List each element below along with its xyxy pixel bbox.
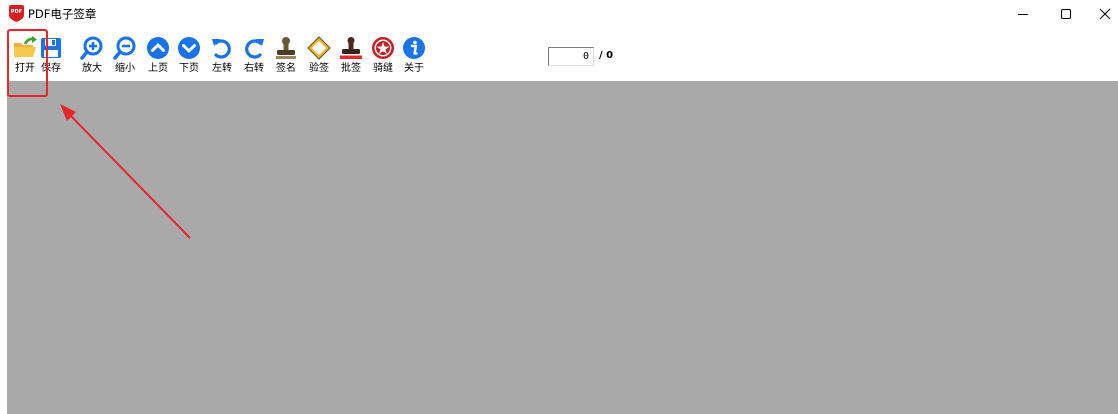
page-up-button[interactable]: 上页 — [145, 36, 171, 78]
minimize-icon — [1018, 14, 1028, 15]
close-icon — [1099, 8, 1111, 20]
page-up-label: 上页 — [148, 63, 168, 74]
zoom-in-label: 放大 — [82, 63, 102, 74]
rotate-right-icon — [245, 39, 264, 59]
maximize-button[interactable] — [1047, 0, 1085, 28]
maximize-icon — [1061, 9, 1071, 19]
info-icon — [403, 37, 425, 59]
sign-button[interactable]: 签名 — [273, 36, 299, 78]
verify-button[interactable]: 验签 — [306, 36, 332, 78]
close-button[interactable] — [1092, 0, 1118, 28]
zoom-out-button[interactable]: 缩小 — [112, 36, 138, 78]
page-up-icon — [147, 37, 169, 59]
zoom-out-icon — [113, 36, 136, 60]
seam-seal-button[interactable]: 骑缝 — [370, 36, 396, 78]
about-button[interactable]: 关于 — [401, 36, 427, 78]
left-border — [0, 81, 7, 414]
stamp-sign-icon — [276, 37, 296, 59]
seam-seal-icon — [372, 37, 394, 59]
rotate-left-icon — [212, 39, 231, 59]
rotate-right-button[interactable]: 右转 — [241, 36, 267, 78]
highlight-box — [7, 29, 48, 97]
verify-diamond-icon — [307, 36, 331, 60]
rotate-left-label: 左转 — [212, 63, 232, 74]
document-view-area[interactable] — [7, 81, 1118, 414]
minimize-button[interactable] — [1004, 0, 1042, 28]
batch-sign-button[interactable]: 批签 — [338, 36, 364, 78]
window-title: PDF电子签章 — [28, 7, 97, 21]
verify-label: 验签 — [309, 63, 329, 74]
rotate-left-button[interactable]: 左转 — [209, 36, 235, 78]
about-label: 关于 — [404, 63, 424, 74]
seam-seal-label: 骑缝 — [373, 63, 393, 74]
zoom-out-label: 缩小 — [115, 63, 135, 74]
app-icon-text: PDF — [11, 9, 22, 15]
page-total: / 0 — [599, 50, 614, 61]
page-down-label: 下页 — [179, 63, 199, 74]
batch-stamp-icon — [340, 37, 362, 59]
zoom-in-icon — [80, 36, 103, 60]
page-down-button[interactable]: 下页 — [176, 36, 202, 78]
pdf-app-icon: PDF — [9, 5, 24, 22]
rotate-right-label: 右转 — [244, 63, 264, 74]
page-down-icon — [178, 37, 200, 59]
sign-label: 签名 — [276, 63, 296, 74]
page-number-input[interactable]: 0 — [548, 47, 594, 66]
title-bar: PDF PDF电子签章 — [0, 0, 1118, 28]
batch-sign-label: 批签 — [341, 63, 361, 74]
zoom-in-button[interactable]: 放大 — [79, 36, 105, 78]
